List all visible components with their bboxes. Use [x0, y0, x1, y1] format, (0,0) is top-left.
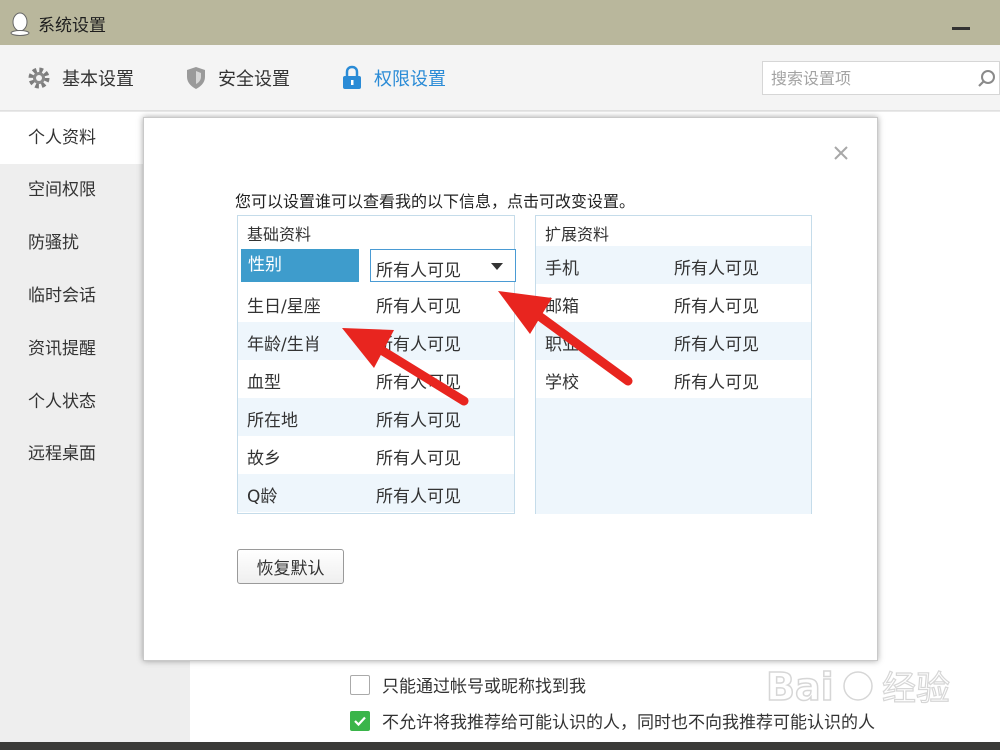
tab-label: 权限设置 [374, 69, 446, 90]
tab-label: 安全设置 [218, 69, 290, 90]
row-key: 手机 [545, 259, 579, 279]
shield-icon [187, 67, 205, 89]
search-box [762, 61, 1000, 95]
list-item[interactable]: 生日/星座 所有人可见 [238, 284, 514, 322]
tab-security-settings[interactable]: 安全设置 [184, 65, 290, 91]
dropdown-value: 所有人可见 [376, 261, 461, 281]
row-value: 所有人可见 [376, 373, 461, 393]
panel-title: 扩展资料 [545, 225, 610, 244]
minimize-button[interactable] [952, 27, 970, 30]
list-item[interactable]: 邮箱 所有人可见 [536, 284, 811, 322]
row-value: 所有人可见 [376, 411, 461, 431]
row-value: 所有人可见 [674, 297, 759, 317]
restore-default-button[interactable]: 恢复默认 [237, 549, 344, 584]
title-bar: 系统设置 [0, 0, 1000, 45]
list-item[interactable]: 职业 所有人可见 [536, 322, 811, 360]
empty-list-area [536, 398, 811, 514]
window-title: 系统设置 [38, 16, 106, 36]
row-key: 年龄/生肖 [247, 335, 321, 355]
search-input[interactable] [771, 67, 971, 89]
list-item[interactable]: Q龄 所有人可见 [238, 474, 514, 512]
row-value: 所有人可见 [674, 373, 759, 393]
row-key: 邮箱 [545, 297, 579, 317]
check-icon [354, 716, 366, 726]
close-icon[interactable] [832, 144, 850, 162]
panel-title: 基础资料 [247, 225, 312, 244]
dialog-description: 您可以设置谁可以查看我的以下信息，点击可改变设置。 [235, 192, 636, 211]
row-value: 所有人可见 [376, 487, 461, 507]
row-key: 性别 [241, 249, 359, 282]
svg-text:Bai: Bai [766, 665, 834, 709]
svg-text:经验: 经验 [882, 669, 950, 709]
list-item[interactable]: 年龄/生肖 所有人可见 [238, 322, 514, 360]
chevron-down-icon [491, 263, 503, 270]
checkbox-checked[interactable] [350, 710, 370, 731]
row-key: 职业 [545, 335, 579, 355]
row-value: 所有人可见 [674, 259, 759, 279]
toolbar: 基本设置 安全设置 权限设置 [0, 45, 1000, 111]
row-key: 血型 [247, 373, 281, 393]
basic-info-panel: 基础资料 性别 所有人可见 生日/星座 所有人可见 年龄/生肖 所有人可见 血型… [237, 215, 516, 514]
baidu-watermark-logo: Bai 经验 [766, 664, 951, 710]
list-item-gender[interactable]: 性别 所有人可见 [238, 246, 516, 284]
row-value: 所有人可见 [674, 335, 759, 355]
row-value: 所有人可见 [376, 335, 461, 355]
row-value: 所有人可见 [376, 297, 461, 317]
lock-icon [343, 65, 361, 89]
row-key: 学校 [545, 373, 579, 393]
row-key: 生日/星座 [247, 297, 321, 317]
desktop-strip [0, 742, 1000, 750]
checkbox[interactable] [350, 674, 370, 695]
tab-label: 基本设置 [62, 69, 134, 90]
gear-icon [28, 67, 50, 89]
tab-permission-settings[interactable]: 权限设置 [340, 65, 446, 91]
row-value: 所有人可见 [376, 449, 461, 469]
row-key: Q龄 [247, 487, 278, 507]
row-key: 所在地 [247, 411, 298, 431]
tab-basic-settings[interactable]: 基本设置 [26, 65, 134, 91]
row-key: 故乡 [247, 449, 281, 469]
list-item[interactable]: 学校 所有人可见 [536, 360, 811, 398]
list-item[interactable]: 手机 所有人可见 [536, 246, 811, 284]
privacy-dialog: 您可以设置谁可以查看我的以下信息，点击可改变设置。 基础资料 性别 所有人可见 … [143, 117, 878, 661]
option-label: 只能通过帐号或昵称找到我 [382, 677, 586, 697]
extended-info-panel: 扩展资料 手机 所有人可见 邮箱 所有人可见 职业 所有人可见 学校 所有人可见 [535, 215, 812, 514]
option-find-by-account[interactable]: 只能通过帐号或昵称找到我 [350, 672, 586, 697]
visibility-dropdown[interactable]: 所有人可见 [370, 249, 516, 282]
list-item[interactable]: 所在地 所有人可见 [238, 398, 514, 436]
list-item[interactable]: 故乡 所有人可见 [238, 436, 514, 474]
penguin-logo-icon [10, 12, 30, 36]
list-item[interactable]: 血型 所有人可见 [238, 360, 514, 398]
search-icon[interactable] [977, 69, 997, 89]
